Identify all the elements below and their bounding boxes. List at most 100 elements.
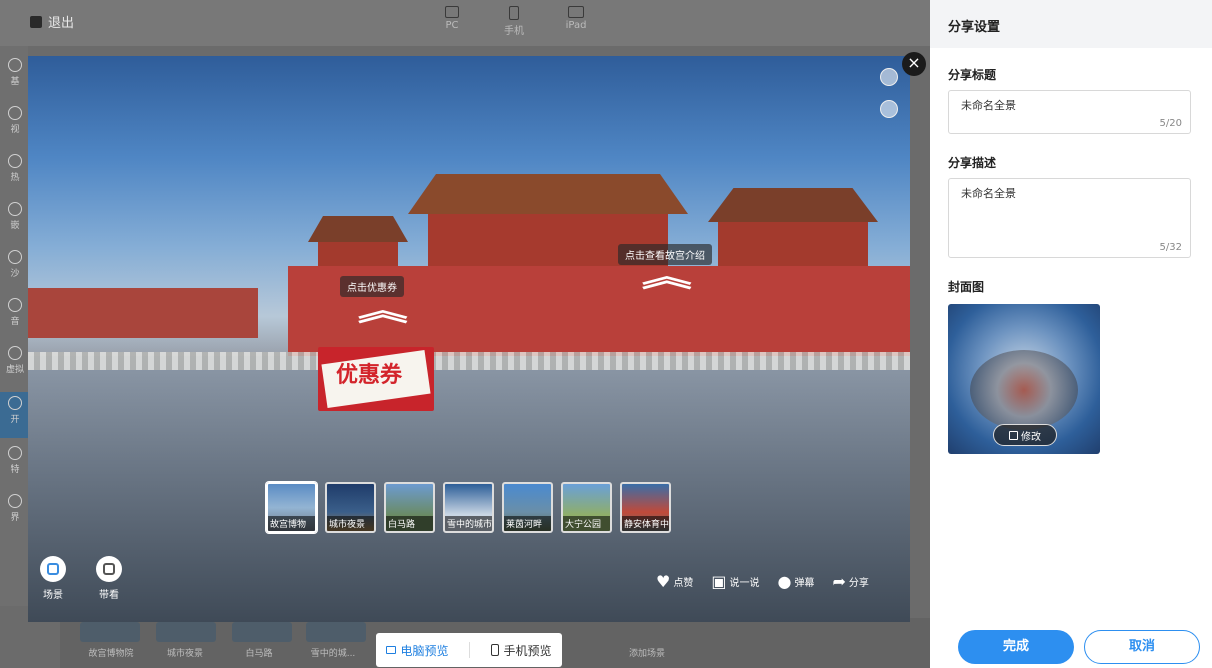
share-title-counter: 5/20 — [1159, 118, 1182, 129]
share-desc-input[interactable]: 未命名全景 5/32 — [948, 178, 1191, 258]
sidebar-icon — [8, 494, 22, 508]
share-title-label: 分享标题 — [948, 68, 997, 82]
scene-thumbnail-label: 雪中的城市 — [445, 516, 492, 531]
bg-scene-label: 雪中的城... — [310, 649, 356, 659]
bg-scene-label: 白马路 — [245, 649, 273, 659]
preview-left-buttons: 场景 带看 — [40, 556, 122, 601]
scene-thumbnail-label: 大宁公园 — [563, 516, 610, 531]
cover-panorama — [970, 350, 1078, 430]
bg-scene-label: 城市夜景 — [166, 649, 203, 659]
scene-thumbnail[interactable]: 城市夜景 — [325, 482, 376, 533]
share-desc-value: 未命名全景 — [961, 187, 1016, 200]
cover-label: 封面图 — [948, 280, 985, 294]
scene-thumbnail[interactable]: 莱茵河畔 — [502, 482, 553, 533]
bg-scene-thumb — [156, 622, 216, 642]
share-desc-label: 分享描述 — [948, 156, 997, 170]
heart-icon: ♥ — [656, 572, 671, 591]
phone-icon — [509, 6, 519, 20]
share-button[interactable]: ➦ 分享 — [832, 572, 868, 591]
share-desc-counter: 5/32 — [1159, 242, 1182, 253]
hotspot-intro-arrow-icon[interactable]: ︽ — [642, 263, 692, 291]
sidebar-item[interactable]: 特 — [4, 446, 26, 475]
edit-cover-button[interactable]: 修改 — [993, 424, 1057, 446]
palace-building-left — [318, 242, 398, 268]
sidebar-item[interactable]: 虚拟 — [4, 346, 26, 375]
palace-roof-right — [708, 188, 878, 222]
danmaku-icon: ● — [777, 572, 792, 591]
chat-icon: ▣ — [711, 572, 727, 591]
marble-balustrade — [28, 352, 910, 370]
done-button[interactable]: 完成 — [958, 630, 1074, 664]
sidebar-item[interactable]: 视 — [4, 106, 26, 135]
palace-building-right — [718, 222, 868, 268]
scene-thumbnail[interactable]: 大宁公园 — [561, 482, 612, 533]
scene-thumbnail-list: 故宫博物 城市夜景 白马路 雪中的城市 莱茵河畔 大宁公园 静安体育中 — [266, 482, 671, 533]
panorama-preview[interactable]: 点击优惠券 ︽ 点击查看故宫介绍 ︽ 优惠券 故宫博物 城市夜景 白马路 雪中的… — [28, 56, 910, 622]
exit-button[interactable]: 退出 — [30, 12, 74, 31]
guide-button-label: 带看 — [99, 590, 119, 601]
bg-scene-thumb — [232, 622, 292, 642]
bg-scene-thumb — [306, 622, 366, 642]
divider — [469, 642, 471, 658]
preview-action-bar: ♥ 点赞 ▣ 说一说 ● 弹幕 ➦ 分享 — [656, 572, 869, 591]
guide-button[interactable]: 带看 — [96, 556, 122, 601]
hotspot-coupon-arrow-icon[interactable]: ︽ — [358, 297, 408, 325]
sidebar-item[interactable]: 基 — [4, 58, 26, 87]
fullscreen-icon[interactable] — [880, 68, 898, 86]
scene-thumbnail-label: 故宫博物 — [268, 516, 315, 531]
scene-thumbnail-label: 静安体育中 — [622, 516, 669, 531]
sidebar-item[interactable]: 音 — [4, 298, 26, 327]
share-icon: ➦ — [832, 572, 846, 591]
device-ipad[interactable]: iPad — [556, 6, 596, 31]
cancel-button[interactable]: 取消 — [1084, 630, 1200, 664]
palace-roof-left — [308, 216, 408, 242]
sidebar-icon — [8, 298, 22, 312]
share-title-input[interactable]: 未命名全景 5/20 — [948, 90, 1191, 134]
share-title-value: 未命名全景 — [961, 99, 1016, 112]
danmaku-button[interactable]: ● 弹幕 — [777, 572, 814, 591]
sidebar-icon — [8, 446, 22, 460]
scene-thumbnail-label: 城市夜景 — [327, 516, 374, 531]
layers-icon — [40, 556, 66, 582]
sidebar-icon — [8, 202, 22, 216]
sidebar-item[interactable]: 嵌 — [4, 202, 26, 231]
coupon-text: 优惠券 — [336, 362, 403, 388]
mobile-preview-tab[interactable]: 手机预览 — [491, 642, 551, 659]
sidebar-item[interactable]: 开 — [4, 396, 26, 425]
device-mobile[interactable]: 手机 — [494, 6, 534, 37]
cover-image: 修改 — [948, 304, 1100, 454]
gyroscope-icon[interactable] — [880, 100, 898, 118]
edit-icon — [1009, 430, 1018, 440]
share-settings-panel: 分享设置 分享标题 未命名全景 5/20 分享描述 未命名全景 5/32 封面图… — [930, 0, 1212, 668]
scenes-button[interactable]: 场景 — [40, 556, 66, 601]
sidebar-icon — [8, 250, 22, 264]
device-pc[interactable]: PC — [432, 6, 472, 31]
scene-thumbnail[interactable]: 白马路 — [384, 482, 435, 533]
sidebar-item[interactable]: 沙 — [4, 250, 26, 279]
monitor-icon — [445, 6, 459, 18]
bg-scene-thumb — [80, 622, 140, 642]
pc-preview-tab[interactable]: 电脑预览 — [386, 642, 449, 659]
sidebar-item[interactable]: 界 — [4, 494, 26, 523]
scene-thumbnail[interactable]: 故宫博物 — [266, 482, 317, 533]
sidebar-icon — [8, 154, 22, 168]
editor-topbar: 退出 PC 手机 iPad — [0, 0, 930, 46]
comment-button[interactable]: ▣ 说一说 — [711, 572, 759, 591]
bg-scene-label: 故宫博物院 — [88, 649, 134, 659]
scene-thumbnail-label: 莱茵河畔 — [504, 516, 551, 531]
preview-mode-switch: 电脑预览 手机预览 — [376, 633, 562, 667]
monitor-icon — [386, 646, 397, 654]
coupon-hotspot[interactable]: 优惠券 — [318, 347, 434, 411]
sidebar-icon — [8, 58, 22, 72]
sidebar-icon — [8, 346, 22, 360]
scene-thumbnail[interactable]: 静安体育中 — [620, 482, 671, 533]
close-icon: × — [907, 53, 921, 72]
like-button[interactable]: ♥ 点赞 — [656, 572, 693, 591]
palace-roof-main — [408, 174, 688, 214]
sidebar-item[interactable]: 热 — [4, 154, 26, 183]
scene-thumbnail[interactable]: 雪中的城市 — [443, 482, 494, 533]
scene-thumbnail-label: 白马路 — [386, 516, 433, 531]
sidebar-icon — [8, 106, 22, 120]
exit-label: 退出 — [48, 16, 75, 31]
close-preview-button[interactable]: × — [902, 52, 926, 76]
